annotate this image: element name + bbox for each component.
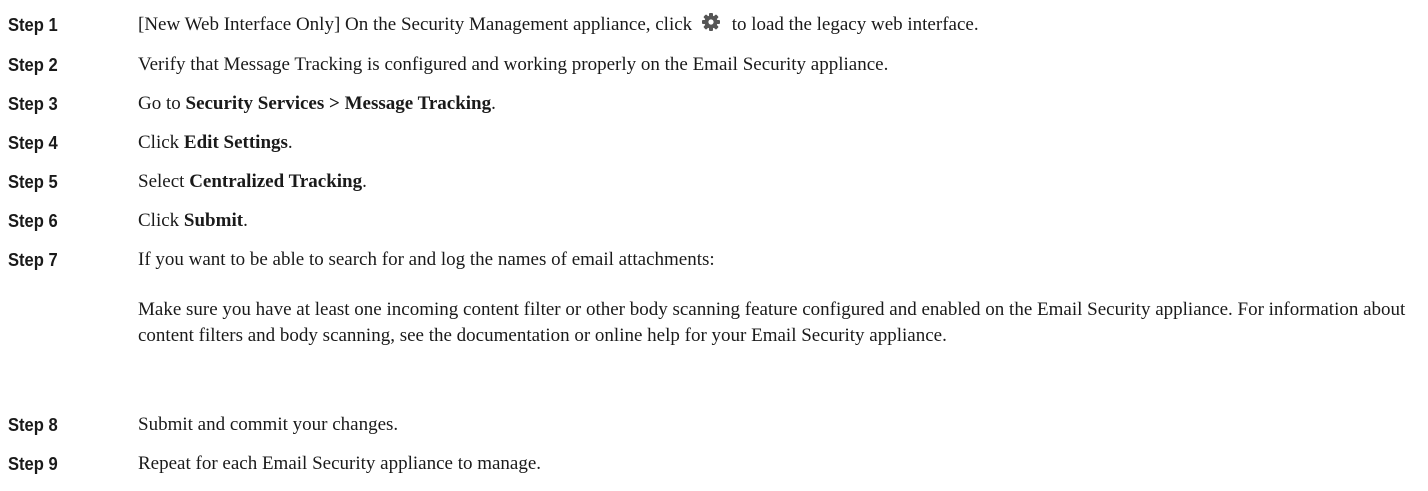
step-text: Select Centralized Tracking. [138, 168, 1418, 196]
step-text-part: . [491, 93, 496, 114]
step-text: Verify that Message Tracking is configur… [138, 51, 1418, 79]
step-text: If you want to be able to search for and… [138, 246, 1418, 274]
step-number: Step 4 [8, 133, 58, 153]
step-text-part: Submit and commit your changes. [138, 414, 399, 435]
step-text-part: [New Web Interface Only] On the Security… [138, 14, 697, 35]
step-number: Step 5 [8, 172, 58, 192]
step-text: Submit and commit your changes. [138, 411, 1418, 439]
step-7-note: Make sure you have at least one incoming… [138, 299, 1406, 346]
step-number: Step 6 [8, 211, 58, 231]
step-text-part: to load the legacy web interface. [726, 14, 979, 35]
step-5: Step 5 Select Centralized Tracking. [0, 168, 1428, 196]
step-number: Step 3 [8, 94, 58, 114]
step-2: Step 2 Verify that Message Tracking is c… [0, 51, 1428, 79]
step-text-part: . [243, 210, 248, 231]
step-text-part: Go to [138, 93, 186, 114]
ui-label-centralized-tracking: Centralized Tracking [189, 171, 363, 192]
step-9: Step 9 Repeat for each Email Security ap… [0, 450, 1428, 478]
step-number: Step 2 [8, 55, 58, 75]
step-text-part: If you want to be able to search for and… [138, 249, 715, 270]
step-number: Step 7 [8, 250, 58, 270]
step-7: Step 7 If you want to be able to search … [0, 246, 1428, 274]
step-text: Click Submit. [138, 207, 1418, 235]
step-3: Step 3 Go to Security Services > Message… [0, 90, 1428, 118]
step-text-part: . [287, 132, 293, 153]
step-text-part: Verify that Message Tracking is configur… [138, 54, 889, 75]
step-text-part: . [362, 171, 367, 192]
step-4: Step 4 Click Edit Settings. [0, 129, 1428, 157]
ui-label-submit: Submit [183, 210, 244, 231]
step-6: Step 6 Click Submit. [0, 207, 1428, 235]
gear-icon[interactable] [701, 12, 721, 32]
step-text-part: Repeat for each Email Security appliance… [138, 453, 542, 474]
ui-label-edit-settings: Edit Settings [183, 132, 288, 153]
step-text: [New Web Interface Only] On the Security… [138, 11, 1418, 39]
step-number: Step 8 [8, 415, 58, 435]
step-text: Repeat for each Email Security appliance… [138, 450, 1418, 478]
step-number: Step 1 [8, 15, 58, 35]
step-text-part: Click [138, 210, 184, 231]
procedure-steps: Step 1 [New Web Interface Only] On the S… [0, 0, 1428, 491]
step-text-part: Click [138, 132, 184, 153]
step-text-part: Select [138, 171, 190, 192]
step-8: Step 8 Submit and commit your changes. [0, 411, 1428, 439]
step-text: Go to Security Services > Message Tracki… [138, 90, 1418, 118]
step-text: Click Edit Settings. [138, 129, 1418, 157]
step-number: Step 9 [8, 454, 58, 474]
step-1: Step 1 [New Web Interface Only] On the S… [0, 11, 1428, 39]
menu-path: Security Services > Message Tracking [185, 93, 492, 114]
